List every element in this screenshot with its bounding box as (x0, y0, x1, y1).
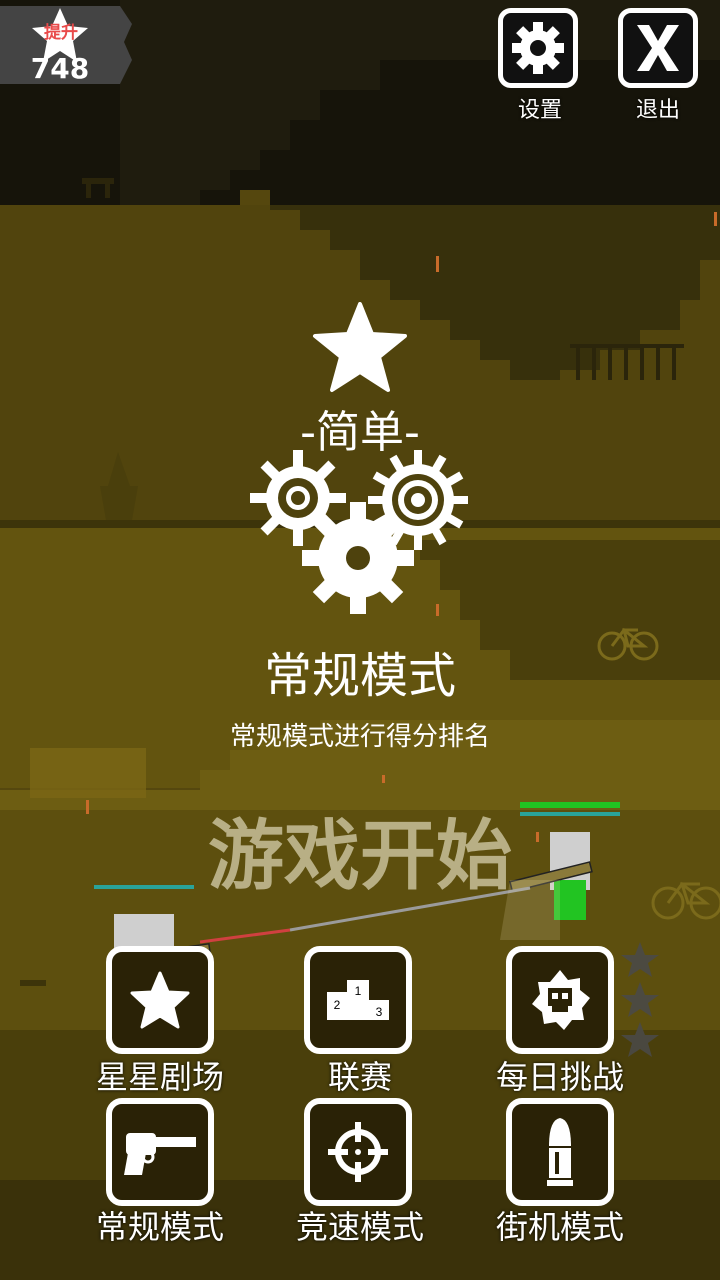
bullet-icon (547, 1118, 573, 1186)
rank-up-label: 提升 (44, 23, 78, 43)
classic-mode-label: 常规模式 (95, 1208, 224, 1246)
exit-label: 退出 (635, 98, 680, 123)
difficulty-star-icon (313, 302, 407, 392)
speed-mode-label: 竞速模式 (295, 1208, 424, 1246)
rank-score: 748 (30, 52, 90, 85)
gear-icon (512, 22, 564, 74)
settings-label: 设置 (517, 98, 562, 123)
podium-icon: 1 2 3 (327, 980, 389, 1020)
daily-challenge-button[interactable] (506, 946, 614, 1054)
speed-mode-button[interactable] (304, 1098, 412, 1206)
podium-third: 3 (376, 1005, 383, 1019)
hay-bale-decor (30, 748, 146, 798)
league-label: 联赛 (327, 1058, 392, 1096)
daily-challenge-label: 每日挑战 (495, 1058, 624, 1096)
league-button[interactable]: 1 2 3 (304, 946, 412, 1054)
classic-mode-button[interactable] (106, 1098, 214, 1206)
podium-second: 2 (334, 998, 341, 1012)
star-icon (130, 971, 190, 1029)
arcade-mode-label: 街机模式 (495, 1208, 624, 1246)
revolver-icon (124, 1133, 196, 1175)
podium-first: 1 (355, 984, 362, 998)
mode-description: 常规模式进行得分排名 (229, 722, 490, 752)
exit-button[interactable] (618, 8, 698, 88)
star-theater-label: 星星剧场 (95, 1058, 224, 1096)
skull-badge-icon (532, 970, 590, 1030)
settings-button[interactable] (498, 8, 578, 88)
start-game-button[interactable]: 游戏开始 (0, 794, 720, 904)
crosshair-icon (328, 1122, 388, 1182)
mode-title: 常规模式 (263, 648, 456, 704)
gears-mode-icon[interactable] (246, 448, 472, 618)
close-icon (637, 25, 679, 71)
star-theater-button[interactable] (106, 946, 214, 1054)
arcade-mode-button[interactable] (506, 1098, 614, 1206)
